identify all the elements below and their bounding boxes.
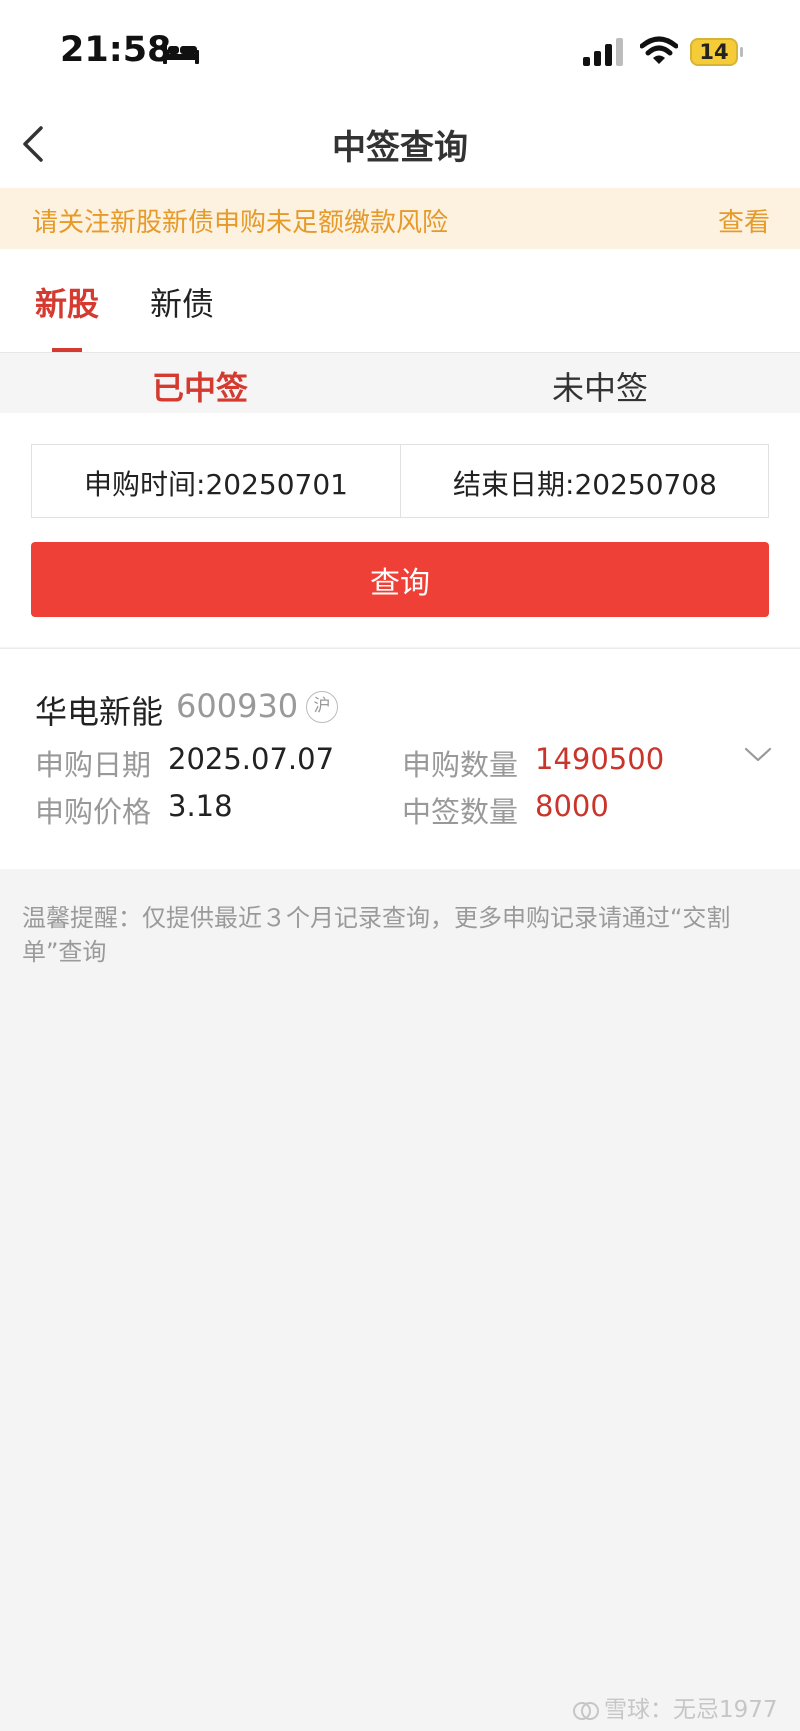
- subscribe-price-label: 申购价格: [35, 795, 152, 829]
- query-section: 申购时间:20250701 结束日期:20250708 查询: [0, 413, 800, 647]
- subscribe-price-value: 3.18: [168, 789, 233, 823]
- start-date-field[interactable]: 申购时间:20250701: [32, 463, 400, 503]
- subscribe-date-label: 申购日期: [35, 748, 152, 782]
- won-qty-value: 8000: [535, 789, 609, 823]
- subscribe-qty-value: 1490500: [535, 742, 665, 776]
- won-qty-label: 中签数量: [402, 795, 519, 829]
- wifi-icon: [640, 36, 678, 64]
- risk-notice-banner: 请关注新股新债申购未足额缴款风险 查看: [0, 188, 800, 249]
- notice-view-link[interactable]: 查看: [718, 202, 770, 239]
- notice-text: 请关注新股新债申购未足额缴款风险: [32, 208, 449, 238]
- status-bar: 21:58 14: [0, 0, 800, 100]
- market-badge: 沪: [306, 691, 338, 723]
- date-range-picker: 申购时间:20250701 结束日期:20250708: [31, 444, 769, 518]
- status-time: 21:58: [60, 30, 172, 70]
- battery-tip: [740, 47, 743, 57]
- segment-not-won[interactable]: 未中签: [400, 363, 800, 409]
- result-list-item[interactable]: 华电新能 600930 沪 申购日期 2025.07.07 申购价格 3.18 …: [0, 648, 800, 869]
- watermark: 雪球：无忌1977: [572, 1690, 778, 1724]
- stock-name: 华电新能: [35, 693, 164, 731]
- watermark-text: 雪球：无忌1977: [604, 1697, 778, 1723]
- segment-won[interactable]: 已中签: [0, 363, 400, 409]
- battery-indicator: 14: [690, 38, 743, 66]
- subscribe-date-value: 2025.07.07: [168, 742, 335, 776]
- stock-code: 600930: [176, 687, 299, 725]
- tab-new-bond[interactable]: 新债: [150, 279, 214, 325]
- page-title: 中签查询: [332, 128, 468, 168]
- chevron-down-icon[interactable]: [744, 745, 772, 765]
- cellular-signal-icon: [583, 38, 623, 66]
- result-segment-control: 已中签 未中签: [0, 352, 800, 414]
- battery-level: 14: [690, 38, 738, 66]
- snowball-logo-icon: [573, 1701, 599, 1720]
- subscribe-qty-label: 申购数量: [402, 748, 519, 782]
- tab-new-stock[interactable]: 新股: [35, 279, 99, 325]
- tip-text: 温馨提醒：仅提供最近３个月记录查询，更多申购记录请通过“交割单”查询: [22, 904, 731, 966]
- nav-bar: 中签查询: [0, 100, 800, 188]
- category-tabs: 新股 新债: [0, 249, 800, 352]
- end-date-field[interactable]: 结束日期:20250708: [401, 463, 769, 503]
- sleep-mode-icon: [163, 42, 199, 64]
- query-button[interactable]: 查询: [31, 542, 769, 617]
